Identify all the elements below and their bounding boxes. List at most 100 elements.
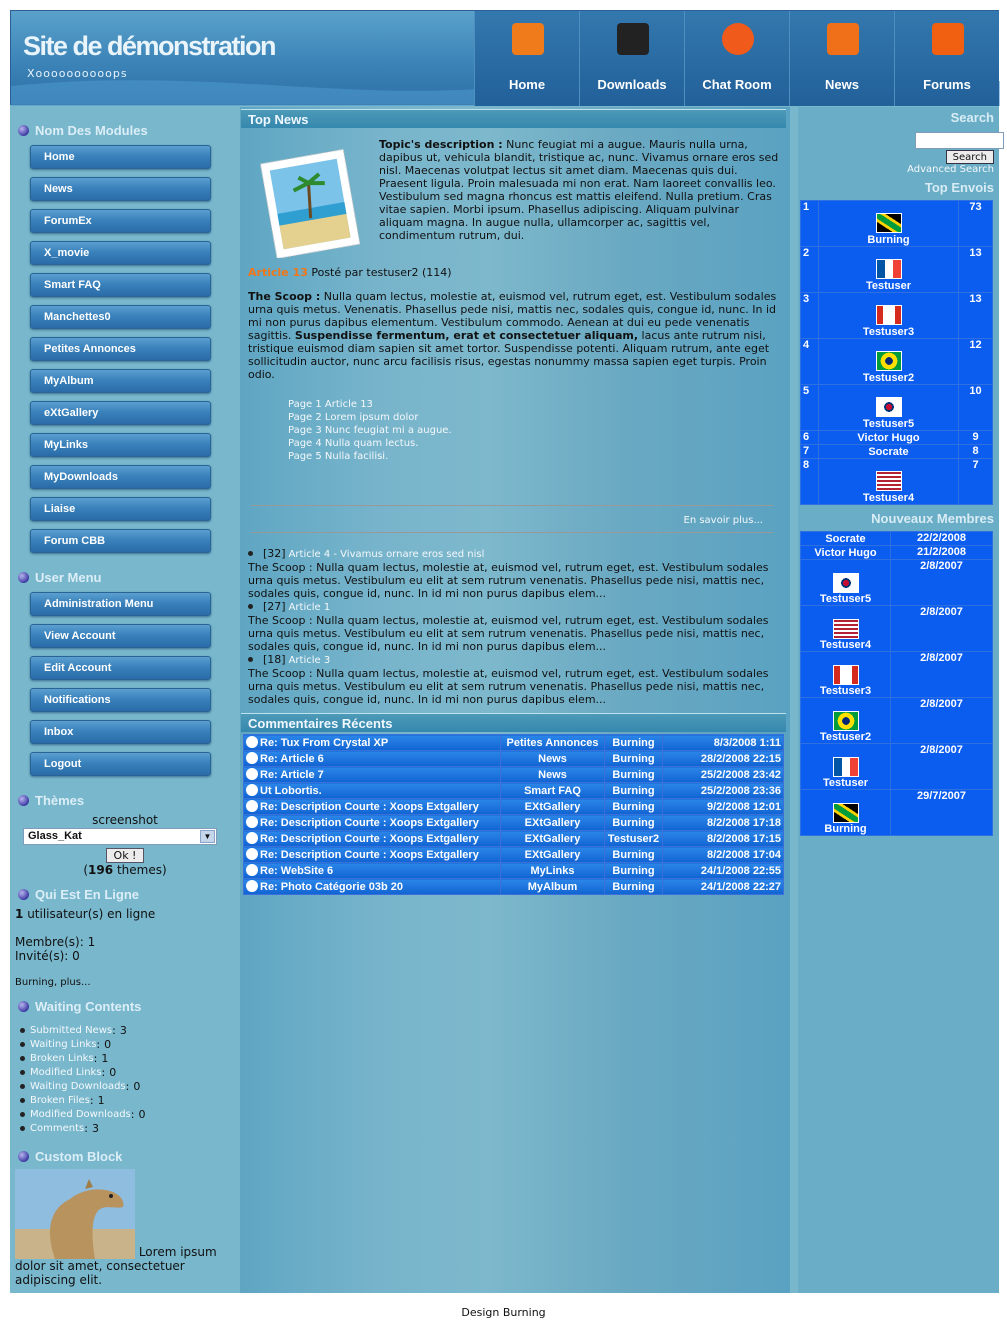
usermenu-item-edit-account[interactable]: Edit Account	[30, 656, 211, 680]
menu-item-extgallery[interactable]: eXtGallery	[30, 401, 211, 425]
comment-title[interactable]: Re: Article 7	[243, 766, 501, 783]
chevron-down-icon[interactable]: ▼	[200, 830, 215, 843]
article-page-link[interactable]: Page 3 Nunc feugiat mi a augue.	[288, 424, 777, 437]
comment-row[interactable]: Re: Tux From Crystal XP Petites Annonces B…	[243, 734, 784, 751]
top-poster-name[interactable]: Testuser4	[821, 492, 956, 504]
top-poster-user[interactable]: Testuser5	[818, 384, 959, 431]
menu-item-myalbum[interactable]: MyAlbum	[30, 369, 211, 393]
usermenu-item-administration-menu[interactable]: Administration Menu	[30, 592, 211, 616]
new-member-name[interactable]: Testuser5	[803, 593, 888, 605]
comment-row[interactable]: Re: Photo Catégorie 03b 20 MyAlbum Burning…	[243, 878, 784, 895]
comment-row[interactable]: Re: Description Courte : Xoops Extgaller…	[243, 846, 784, 863]
top-poster-user[interactable]: Socrate	[818, 444, 959, 459]
comment-title[interactable]: Re: Description Courte : Xoops Extgaller…	[243, 798, 501, 815]
waiting-link[interactable]: Broken Links	[30, 1053, 94, 1064]
new-member-name[interactable]: Testuser	[803, 777, 888, 789]
comment-row[interactable]: Ut Lobortis. Smart FAQ Burning 25/2/2008 23…	[243, 782, 784, 799]
new-member-user[interactable]: Testuser2	[800, 697, 891, 744]
new-member-name[interactable]: Testuser2	[803, 731, 888, 743]
usermenu-item-view-account[interactable]: View Account	[30, 624, 211, 648]
top-poster-name[interactable]: Burning	[821, 234, 956, 246]
article-page-link[interactable]: Page 1 Article 13	[288, 398, 777, 411]
menu-item-smart-faq[interactable]: Smart FAQ	[30, 273, 211, 297]
theme-select[interactable]: Glass_Kat ▼	[23, 828, 217, 845]
new-member-name[interactable]: Burning	[803, 823, 888, 835]
new-member-name[interactable]: Testuser3	[803, 685, 888, 697]
new-member-name[interactable]: Socrate	[803, 533, 888, 545]
theme-ok-button[interactable]: Ok !	[105, 848, 145, 863]
comment-title[interactable]: Re: Description Courte : Xoops Extgaller…	[243, 846, 501, 863]
waiting-link[interactable]: Comments	[30, 1123, 84, 1134]
comment-title[interactable]: Re: Description Courte : Xoops Extgaller…	[243, 830, 501, 847]
new-member-name[interactable]: Testuser4	[803, 639, 888, 651]
new-member-user[interactable]: Testuser	[800, 743, 891, 790]
article-13-link[interactable]: Article 13	[248, 266, 308, 279]
usermenu-item-inbox[interactable]: Inbox	[30, 720, 211, 744]
comment-title[interactable]: Re: Photo Catégorie 03b 20	[243, 878, 501, 895]
comment-row[interactable]: Re: Article 7 News Burning 25/2/2008 23:42	[243, 766, 784, 783]
advanced-search-link[interactable]: Advanced Search	[907, 164, 994, 175]
menu-item-liaise[interactable]: Liaise	[30, 497, 211, 521]
nav-item-downloads[interactable]: Downloads	[579, 11, 684, 106]
menu-item-forum-cbb[interactable]: Forum CBB	[30, 529, 211, 553]
comment-title[interactable]: Re: Tux From Crystal XP	[243, 734, 501, 751]
menu-item-petites-annonces[interactable]: Petites Annonces	[30, 337, 211, 361]
article-page-link[interactable]: Page 4 Nulla quam lectus.	[288, 437, 777, 450]
menu-item-home[interactable]: Home	[30, 145, 211, 169]
comment-row[interactable]: Re: Description Courte : Xoops Extgaller…	[243, 798, 784, 815]
waiting-link[interactable]: Waiting Downloads	[30, 1081, 126, 1092]
news-link[interactable]: Article 3	[289, 655, 331, 666]
top-poster-user[interactable]: Testuser3	[818, 292, 959, 339]
comment-row[interactable]: Re: Article 6 News Burning 28/2/2008 22:15	[243, 750, 784, 767]
top-poster-user[interactable]: Testuser	[818, 246, 959, 293]
article-page-link[interactable]: Page 2 Lorem ipsum dolor	[288, 411, 777, 424]
waiting-link[interactable]: Modified Downloads	[30, 1109, 131, 1120]
new-member-user[interactable]: Testuser5	[800, 559, 891, 606]
usermenu-item-logout[interactable]: Logout	[30, 752, 211, 776]
comment-title[interactable]: Re: WebSite 6	[243, 862, 501, 879]
menu-item-manchettes0[interactable]: Manchettes0	[30, 305, 211, 329]
top-poster-user[interactable]: Testuser4	[818, 458, 959, 505]
top-poster-user[interactable]: Burning	[818, 200, 959, 247]
usermenu-item-notifications[interactable]: Notifications	[30, 688, 211, 712]
waiting-link[interactable]: Waiting Links	[30, 1039, 96, 1050]
top-poster-name[interactable]: Testuser2	[821, 372, 956, 384]
waiting-link[interactable]: Submitted News	[30, 1025, 112, 1036]
new-member-name[interactable]: Victor Hugo	[803, 547, 888, 559]
nav-item-chat-room[interactable]: Chat Room	[684, 11, 789, 106]
comment-row[interactable]: Re: WebSite 6 MyLinks Burning 24/1/2008 22:…	[243, 862, 784, 879]
online-user-link[interactable]: Burning	[15, 977, 54, 988]
comment-title[interactable]: Ut Lobortis.	[243, 782, 501, 799]
article-page-link[interactable]: Page 5 Nulla facilisi.	[288, 450, 777, 463]
waiting-link[interactable]: Broken Files	[30, 1095, 90, 1106]
menu-item-mydownloads[interactable]: MyDownloads	[30, 465, 211, 489]
new-member-user[interactable]: Socrate	[800, 531, 891, 546]
online-more-link[interactable]: plus...	[60, 977, 90, 988]
news-link[interactable]: Article 1	[289, 602, 331, 613]
top-poster-user[interactable]: Victor Hugo	[818, 430, 959, 445]
top-poster-name[interactable]: Testuser3	[821, 326, 956, 338]
waiting-link[interactable]: Modified Links	[30, 1067, 102, 1078]
new-member-user[interactable]: Burning	[800, 789, 891, 836]
site-title[interactable]: Site de démonstration	[23, 31, 277, 62]
menu-item-forumex[interactable]: ForumEx	[30, 209, 211, 233]
new-member-user[interactable]: Testuser3	[800, 651, 891, 698]
comment-title[interactable]: Re: Description Courte : Xoops Extgaller…	[243, 814, 501, 831]
menu-item-x-movie[interactable]: X_movie	[30, 241, 211, 265]
top-poster-name[interactable]: Victor Hugo	[821, 432, 956, 444]
nav-item-news[interactable]: News	[789, 11, 894, 106]
nav-item-home[interactable]: Home	[474, 11, 579, 106]
top-poster-name[interactable]: Testuser5	[821, 418, 956, 430]
new-member-user[interactable]: Victor Hugo	[800, 545, 891, 560]
top-poster-user[interactable]: Testuser2	[818, 338, 959, 385]
search-button[interactable]: Search	[945, 150, 994, 164]
comment-row[interactable]: Re: Description Courte : Xoops Extgaller…	[243, 830, 784, 847]
search-input[interactable]	[915, 132, 1004, 149]
menu-item-mylinks[interactable]: MyLinks	[30, 433, 211, 457]
top-poster-name[interactable]: Socrate	[821, 446, 956, 458]
comment-row[interactable]: Re: Description Courte : Xoops Extgaller…	[243, 814, 784, 831]
read-more-link[interactable]: En savoir plus...	[684, 515, 764, 526]
news-link[interactable]: Article 4 - Vivamus ornare eros sed nisl	[289, 549, 485, 560]
comment-title[interactable]: Re: Article 6	[243, 750, 501, 767]
new-member-user[interactable]: Testuser4	[800, 605, 891, 652]
